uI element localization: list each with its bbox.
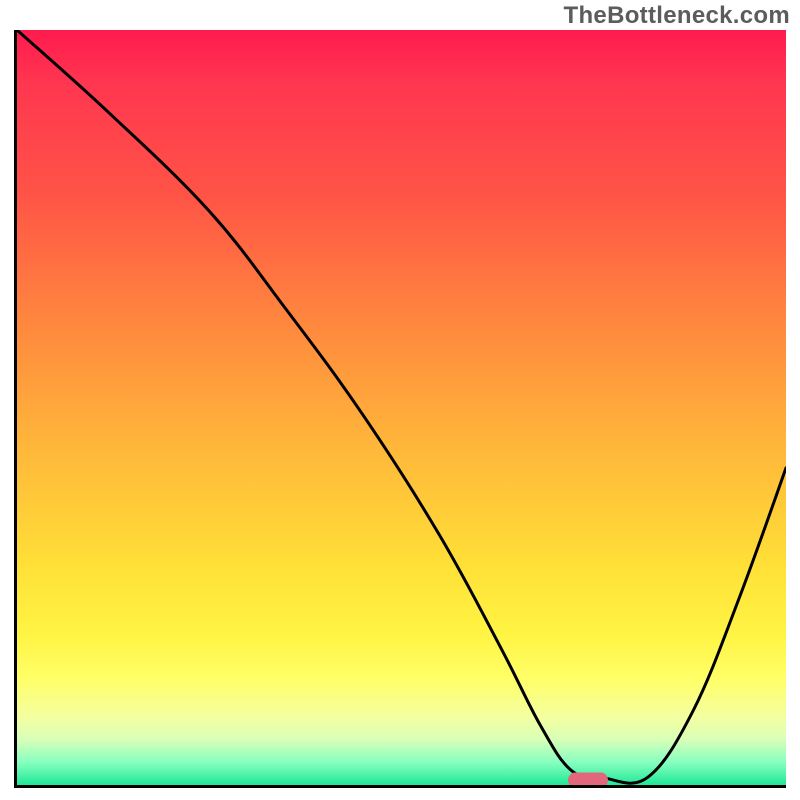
watermark-text: TheBottleneck.com: [564, 2, 790, 30]
plot-area: [14, 30, 786, 788]
bottleneck-curve: [17, 30, 786, 785]
chart-container: TheBottleneck.com: [0, 0, 800, 800]
optimal-point-marker: [568, 773, 608, 788]
